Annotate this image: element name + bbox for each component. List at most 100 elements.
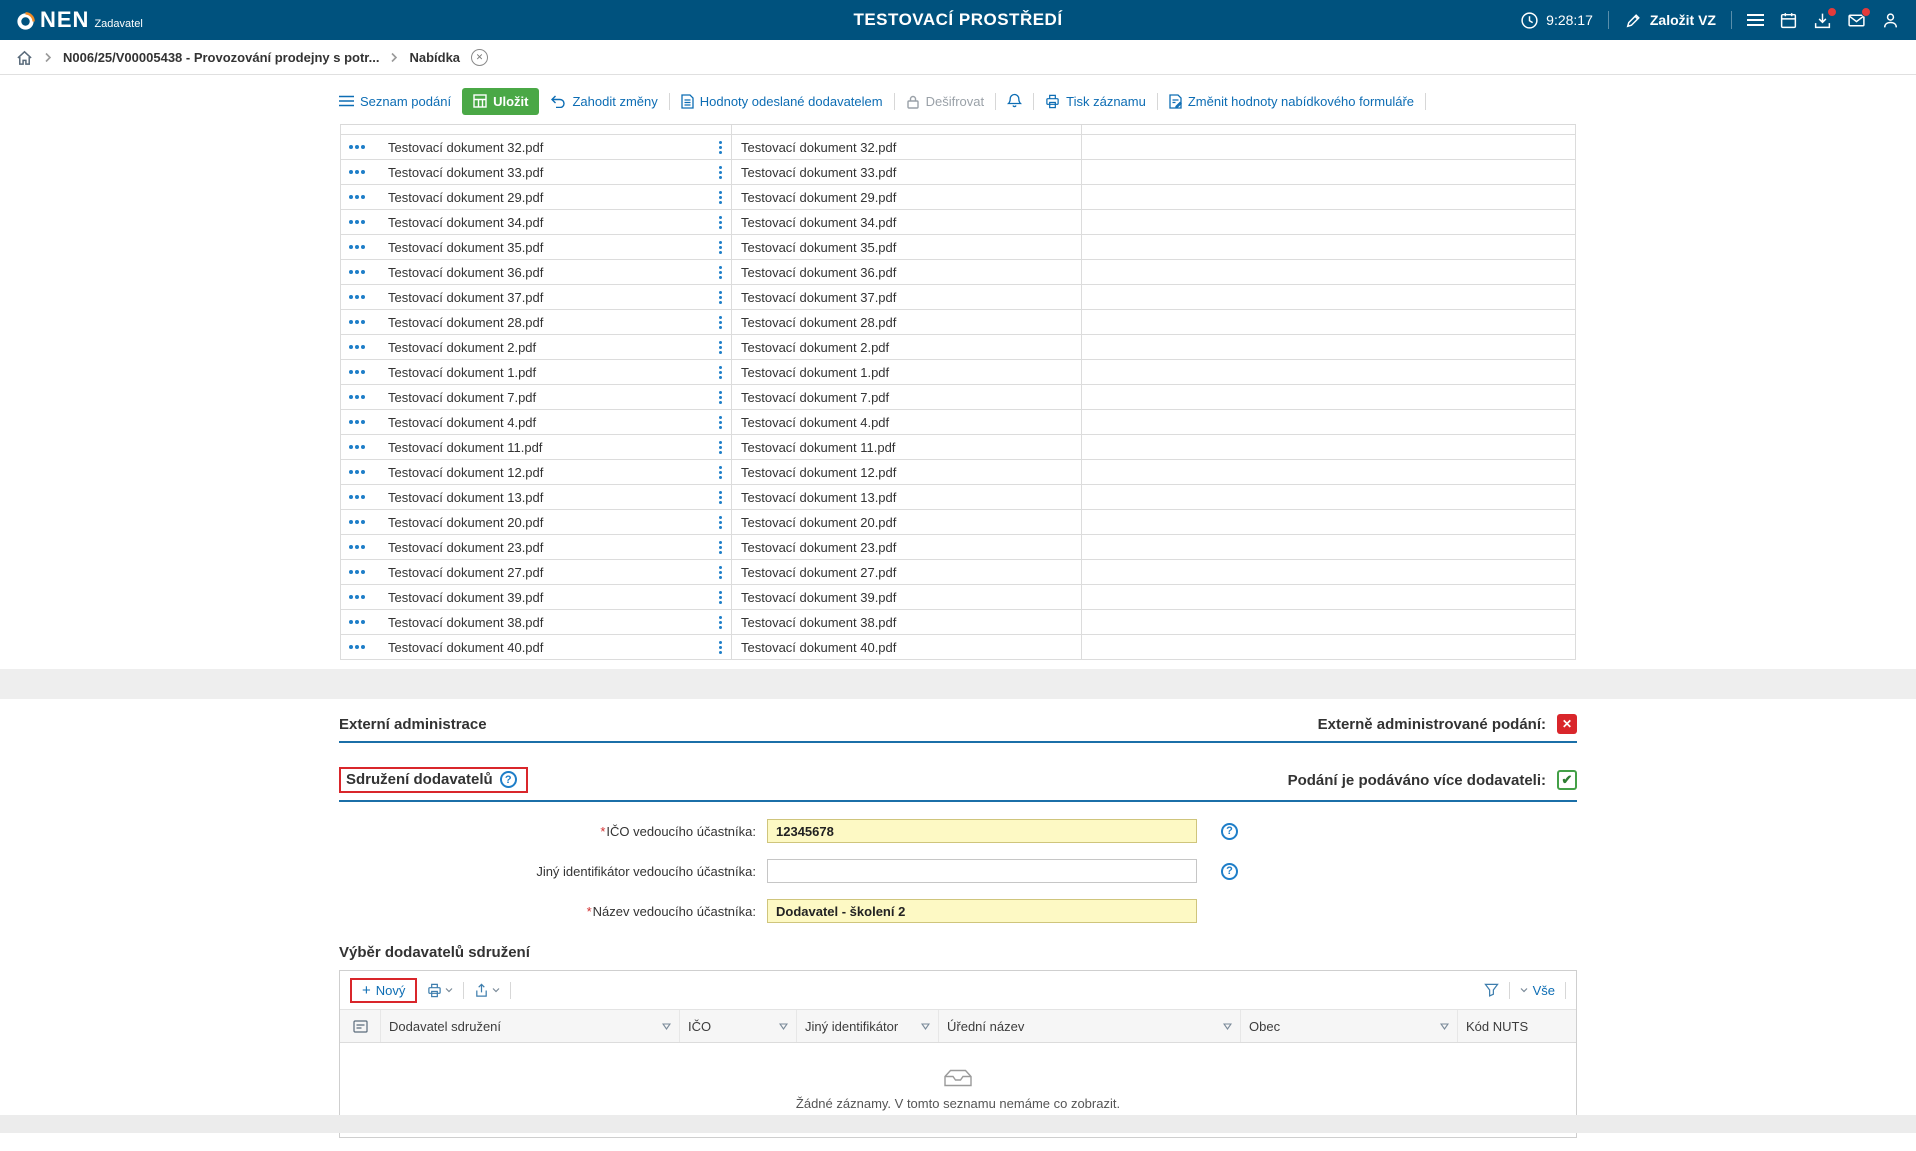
nen-logo[interactable]: NEN Zadavatel (16, 9, 143, 31)
table-row[interactable]: Testovací dokument 20.pdf Testovací doku… (340, 510, 1576, 535)
table-row[interactable]: Testovací dokument 37.pdf Testovací doku… (340, 285, 1576, 310)
column-header-jiny-identifikator[interactable]: Jiný identifikátor (796, 1010, 938, 1042)
row-menu-icon[interactable] (716, 363, 725, 382)
row-detail-icon[interactable] (349, 345, 365, 349)
row-menu-icon[interactable] (716, 238, 725, 257)
row-menu-icon[interactable] (716, 463, 725, 482)
help-icon[interactable]: ? (1221, 863, 1238, 880)
column-header-kod-nuts[interactable]: Kód NUTS (1457, 1010, 1576, 1042)
table-row[interactable]: Testovací dokument 39.pdf Testovací doku… (340, 585, 1576, 610)
row-detail-icon[interactable] (349, 370, 365, 374)
change-form-values-button[interactable]: Změnit hodnoty nabídkového formuláře (1169, 94, 1414, 109)
table-row[interactable]: Testovací dokument 33.pdf Testovací doku… (340, 160, 1576, 185)
table-row[interactable]: Testovací dokument 11.pdf Testovací doku… (340, 435, 1576, 460)
row-menu-icon[interactable] (716, 163, 725, 182)
row-menu-icon[interactable] (716, 213, 725, 232)
row-menu-icon[interactable] (716, 588, 725, 607)
view-all-button[interactable]: Vše (1520, 983, 1555, 998)
jiny-id-field[interactable] (767, 859, 1197, 883)
column-header-ico[interactable]: IČO (679, 1010, 796, 1042)
row-menu-icon[interactable] (716, 638, 725, 657)
row-menu-icon[interactable] (716, 313, 725, 332)
filter-dropdown-icon[interactable] (1223, 1023, 1232, 1030)
row-detail-icon[interactable] (349, 495, 365, 499)
row-menu-icon[interactable] (716, 138, 725, 157)
table-row[interactable]: Testovací dokument 40.pdf Testovací doku… (340, 635, 1576, 660)
new-button[interactable]: + Nový (350, 978, 417, 1003)
row-menu-icon[interactable] (716, 263, 725, 282)
save-button[interactable]: Uložit (462, 88, 539, 115)
column-header-obec[interactable]: Obec (1240, 1010, 1457, 1042)
filter-dropdown-icon[interactable] (779, 1023, 788, 1030)
row-menu-icon[interactable] (716, 488, 725, 507)
row-detail-icon[interactable] (349, 395, 365, 399)
column-header-dodavatel[interactable]: Dodavatel sdružení (380, 1010, 679, 1042)
filter-dropdown-icon[interactable] (1440, 1023, 1449, 1030)
row-detail-icon[interactable] (349, 645, 365, 649)
downloads-button[interactable] (1813, 11, 1832, 30)
home-icon[interactable] (16, 49, 33, 66)
row-menu-icon[interactable] (716, 563, 725, 582)
row-detail-icon[interactable] (349, 470, 365, 474)
table-row[interactable]: Testovací dokument 29.pdf Testovací doku… (340, 185, 1576, 210)
help-icon[interactable]: ? (500, 771, 517, 788)
row-detail-icon[interactable] (349, 595, 365, 599)
breadcrumb-contract[interactable]: N006/25/V00005438 - Provozování prodejny… (63, 50, 379, 65)
row-menu-icon[interactable] (716, 188, 725, 207)
breadcrumb-current[interactable]: Nabídka (409, 50, 460, 65)
row-detail-icon[interactable] (349, 245, 365, 249)
export-button[interactable] (474, 983, 500, 998)
row-menu-icon[interactable] (716, 288, 725, 307)
row-detail-icon[interactable] (349, 620, 365, 624)
select-column-header[interactable] (340, 1010, 380, 1042)
table-row[interactable]: Testovací dokument 28.pdf Testovací doku… (340, 310, 1576, 335)
sdruzeni-checkbox-true[interactable]: ✔ (1557, 770, 1577, 790)
filter-icon[interactable] (1484, 983, 1499, 997)
table-row[interactable]: Testovací dokument 4.pdf Testovací dokum… (340, 410, 1576, 435)
messages-button[interactable] (1847, 11, 1866, 30)
discard-changes-button[interactable]: Zahodit změny (550, 94, 657, 109)
help-icon[interactable]: ? (1221, 823, 1238, 840)
row-detail-icon[interactable] (349, 420, 365, 424)
filter-dropdown-icon[interactable] (921, 1023, 930, 1030)
row-menu-icon[interactable] (716, 388, 725, 407)
row-detail-icon[interactable] (349, 445, 365, 449)
table-row[interactable]: Testovací dokument 12.pdf Testovací doku… (340, 460, 1576, 485)
column-header-uredni-nazev[interactable]: Úřední název (938, 1010, 1240, 1042)
table-row[interactable]: Testovací dokument 27.pdf Testovací doku… (340, 560, 1576, 585)
row-menu-icon[interactable] (716, 413, 725, 432)
row-menu-icon[interactable] (716, 538, 725, 557)
row-detail-icon[interactable] (349, 570, 365, 574)
nazev-field[interactable] (767, 899, 1197, 923)
row-detail-icon[interactable] (349, 270, 365, 274)
table-row[interactable]: Testovací dokument 13.pdf Testovací doku… (340, 485, 1576, 510)
table-row[interactable]: Testovací dokument 23.pdf Testovací doku… (340, 535, 1576, 560)
row-detail-icon[interactable] (349, 520, 365, 524)
ico-field[interactable] (767, 819, 1197, 843)
row-detail-icon[interactable] (349, 145, 365, 149)
print-record-button[interactable]: Tisk záznamu (1045, 94, 1146, 109)
row-detail-icon[interactable] (349, 170, 365, 174)
extern-admin-checkbox-false[interactable]: ✕ (1557, 714, 1577, 734)
row-detail-icon[interactable] (349, 545, 365, 549)
row-menu-icon[interactable] (716, 513, 725, 532)
table-row[interactable]: Testovací dokument 35.pdf Testovací doku… (340, 235, 1576, 260)
table-row[interactable]: Testovací dokument 7.pdf Testovací dokum… (340, 385, 1576, 410)
filter-dropdown-icon[interactable] (662, 1023, 671, 1030)
table-row[interactable]: Testovací dokument 36.pdf Testovací doku… (340, 260, 1576, 285)
table-row[interactable]: Testovací dokument 32.pdf Testovací doku… (340, 135, 1576, 160)
supplier-values-button[interactable]: Hodnoty odeslané dodavatelem (681, 94, 883, 109)
row-menu-icon[interactable] (716, 438, 725, 457)
row-detail-icon[interactable] (349, 220, 365, 224)
row-detail-icon[interactable] (349, 295, 365, 299)
row-detail-icon[interactable] (349, 320, 365, 324)
row-menu-icon[interactable] (716, 338, 725, 357)
table-row[interactable]: Testovací dokument 38.pdf Testovací doku… (340, 610, 1576, 635)
watchdog-button[interactable] (1007, 93, 1022, 109)
print-grid-button[interactable] (427, 983, 453, 998)
seznam-podani-button[interactable]: Seznam podání (339, 94, 451, 109)
table-row[interactable]: Testovací dokument 1.pdf Testovací dokum… (340, 360, 1576, 385)
close-tab-icon[interactable]: ✕ (471, 49, 488, 66)
user-icon[interactable] (1881, 11, 1900, 30)
calendar-icon[interactable] (1779, 11, 1798, 30)
